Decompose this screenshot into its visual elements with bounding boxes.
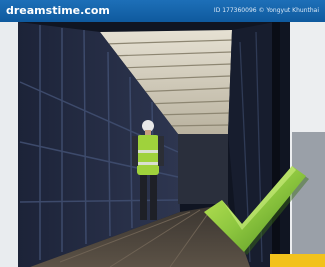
checkmark-icon: [204, 166, 309, 255]
watermark-logo: dreamstime.com: [6, 4, 110, 17]
watermark-banner: dreamstime.com ID 177360096 © Yongyut Kh…: [0, 0, 325, 22]
image-credit: ID 177360096 © Yongyut Khunthai: [213, 7, 319, 14]
